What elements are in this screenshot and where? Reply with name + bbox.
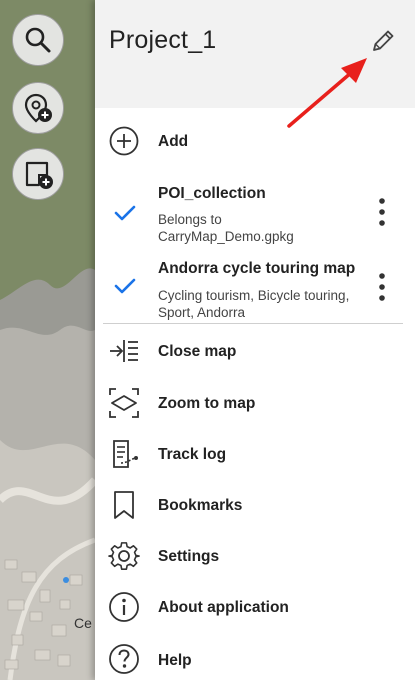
menu-item-help[interactable]: Help xyxy=(95,632,415,680)
layer-subtitle-line1: Belongs to xyxy=(158,212,222,227)
menu-label: Bookmarks xyxy=(158,497,243,514)
map-place-label: Ce xyxy=(74,615,92,631)
layer-subtitle-line1: Cycling tourism, Bicycle touring, xyxy=(158,288,350,303)
more-vert-icon[interactable] xyxy=(373,272,391,302)
layer-title: Andorra cycle touring map xyxy=(158,260,356,277)
check-icon[interactable] xyxy=(114,277,136,295)
project-title: Project_1 xyxy=(109,26,217,54)
layer-subtitle-line2: CarryMap_Demo.gpkg xyxy=(158,229,294,244)
drawer-header: Project_1 xyxy=(95,0,415,108)
track-log-icon xyxy=(113,440,138,468)
zoom-to-map-icon xyxy=(109,388,139,418)
help-icon xyxy=(109,644,139,674)
menu-label: Track log xyxy=(158,446,227,463)
layer-item-poi-collection[interactable]: POI_collection Belongs to CarryMap_Demo.… xyxy=(95,174,415,248)
menu-item-track-log[interactable]: Track log xyxy=(95,428,415,479)
check-icon[interactable] xyxy=(114,204,136,222)
menu-label: Close map xyxy=(158,343,237,360)
add-circle-icon xyxy=(109,126,139,156)
more-vert-icon[interactable] xyxy=(373,197,391,227)
search-button[interactable] xyxy=(12,14,64,66)
search-icon xyxy=(25,27,51,53)
menu-item-bookmarks[interactable]: Bookmarks xyxy=(95,479,415,530)
pencil-icon[interactable] xyxy=(370,28,396,54)
menu-item-about[interactable]: About application xyxy=(95,581,415,632)
close-map-icon xyxy=(110,340,138,362)
menu-item-settings[interactable]: Settings xyxy=(95,530,415,581)
menu-label: Settings xyxy=(158,548,220,565)
gear-icon xyxy=(108,542,140,570)
menu-label: Zoom to map xyxy=(158,395,256,412)
add-poi-icon xyxy=(24,93,52,123)
add-label: Add xyxy=(158,133,189,150)
add-layer-button[interactable]: Add xyxy=(95,108,415,174)
info-icon xyxy=(109,592,139,622)
divider xyxy=(103,323,403,324)
bookmark-icon xyxy=(114,491,134,519)
layer-subtitle-line2: Sport, Andorra xyxy=(158,305,246,320)
menu-label: Help xyxy=(158,652,192,669)
add-note-icon xyxy=(25,161,53,189)
add-poi-button[interactable] xyxy=(12,82,64,134)
project-drawer: Project_1 Add POI_collection Belongs to … xyxy=(95,0,415,680)
layer-item-andorra-cycle[interactable]: Andorra cycle touring map Cycling touris… xyxy=(95,250,415,322)
add-note-button[interactable] xyxy=(12,148,64,200)
menu-item-close-map[interactable]: Close map xyxy=(95,326,415,377)
menu-item-zoom-to-map[interactable]: Zoom to map xyxy=(95,377,415,428)
menu-label: About application xyxy=(158,599,289,616)
layer-title: POI_collection xyxy=(158,185,266,202)
